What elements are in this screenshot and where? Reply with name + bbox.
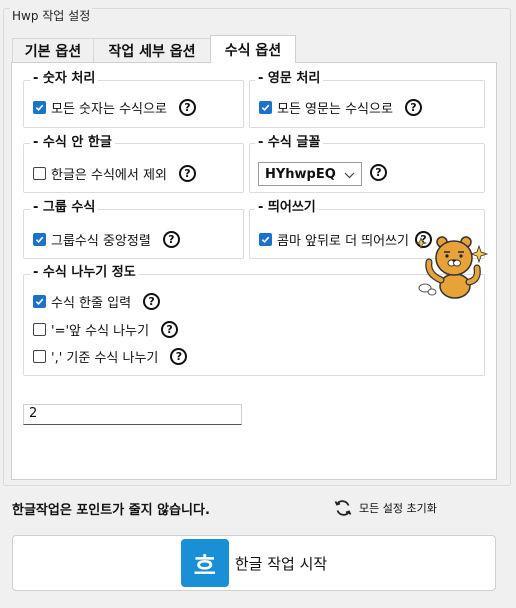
ryan-character-icon [413, 230, 489, 302]
split-option-checkbox[interactable] [33, 295, 46, 308]
split-option-label[interactable]: '='앞 수식 나누기 [51, 320, 149, 339]
hangul-group-title: - 수식 안 한글 [30, 135, 115, 151]
split-option-label[interactable]: ',' 기준 수식 나누기 [51, 347, 158, 366]
english-group-title: - 영문 처리 [255, 71, 324, 87]
tab-basic-options[interactable]: 기본 옵션 [12, 38, 94, 62]
hangul-logo-icon: 흐 [180, 539, 229, 587]
split-option-label[interactable]: 수식 한줄 입력 [51, 292, 131, 311]
hangul-group-title-text: 수식 안 한글 [42, 135, 112, 150]
point-notice: 한글작업은 포인트가 줄지 않습니다. [12, 503, 210, 518]
question-circle-icon[interactable]: ? [178, 99, 196, 116]
group-eq-option-label[interactable]: 그룹수식 중앙정렬 [51, 230, 151, 249]
number-option-label[interactable]: 모든 숫자는 수식으로 [51, 98, 167, 117]
number-group-title: - 숫자 처리 [30, 71, 99, 87]
english-option-row: 모든 영문는 수식으로 ? [259, 98, 422, 117]
question-circle-icon[interactable]: ? [170, 348, 188, 365]
hangul-option-label[interactable]: 한글은 수식에서 제외 [51, 164, 167, 183]
english-checkbox[interactable] [259, 101, 272, 114]
split-group-title: - 수식 나누기 정도 [30, 265, 139, 281]
question-circle-icon[interactable]: ? [143, 293, 161, 310]
refresh-icon [333, 499, 353, 517]
group-eq-group-title-text: 그룹 수식 [42, 200, 96, 215]
start-hangul-button[interactable]: 흐 한글 작업 시작 [12, 535, 496, 591]
spacing-group-title-text: 띄어쓰기 [267, 200, 316, 215]
spacing-group-title: - 띄어쓰기 [255, 200, 319, 216]
settings-group-title: Hwp 작업 설정 [10, 7, 93, 24]
spacing-checkbox[interactable] [259, 233, 272, 246]
group-eq-checkbox[interactable] [33, 233, 46, 246]
value-input[interactable]: 2 [23, 404, 242, 425]
spacing-option-row: 콤마 앞뒤로 더 띄어쓰기 ? [259, 230, 432, 249]
number-option-row: 모든 숫자는 수식으로 ? [33, 98, 196, 117]
split-option-row: 수식 한줄 입력 ? [33, 292, 161, 311]
split-option-checkbox[interactable] [33, 323, 46, 336]
number-checkbox[interactable] [33, 101, 46, 114]
hangul-option-row: 한글은 수식에서 제외 ? [33, 164, 196, 183]
font-select[interactable]: HYhwpEQ [258, 162, 362, 186]
spacing-option-label[interactable]: 콤마 앞뒤로 더 띄어쓰기 [277, 230, 409, 249]
tab-detail-options[interactable]: 작업 세부 옵션 [93, 38, 211, 62]
number-group-title-text: 숫자 처리 [42, 71, 96, 86]
question-circle-icon[interactable]: ? [370, 164, 387, 181]
font-group-title: - 수식 글꼴 [255, 135, 324, 151]
group-eq-group-title: - 그룹 수식 [30, 200, 99, 216]
hangul-checkbox[interactable] [33, 167, 46, 180]
reset-settings-label: 모든 설정 초기화 [359, 502, 437, 515]
english-group-title-text: 영문 처리 [267, 71, 321, 86]
reset-settings-button[interactable]: 모든 설정 초기화 [333, 499, 437, 517]
english-option-label[interactable]: 모든 영문는 수식으로 [277, 98, 393, 117]
group-eq-option-row: 그룹수식 중앙정렬 ? [33, 230, 180, 249]
split-option-checkbox[interactable] [33, 350, 46, 363]
font-select-value: HYhwpEQ [265, 166, 336, 182]
split-group-title-text: 수식 나누기 정도 [42, 265, 136, 280]
question-circle-icon[interactable]: ? [161, 321, 179, 338]
split-option-row: '='앞 수식 나누기 ? [33, 320, 179, 339]
chevron-down-icon [344, 169, 355, 184]
tab-equation-options[interactable]: 수식 옵션 [210, 35, 296, 63]
font-group-title-text: 수식 글꼴 [267, 135, 321, 150]
start-hangul-label: 한글 작업 시작 [234, 554, 328, 573]
question-circle-icon[interactable]: ? [162, 231, 180, 248]
split-option-row: ',' 기준 수식 나누기 ? [33, 347, 188, 366]
question-circle-icon[interactable]: ? [404, 99, 422, 116]
question-circle-icon[interactable]: ? [178, 165, 196, 182]
